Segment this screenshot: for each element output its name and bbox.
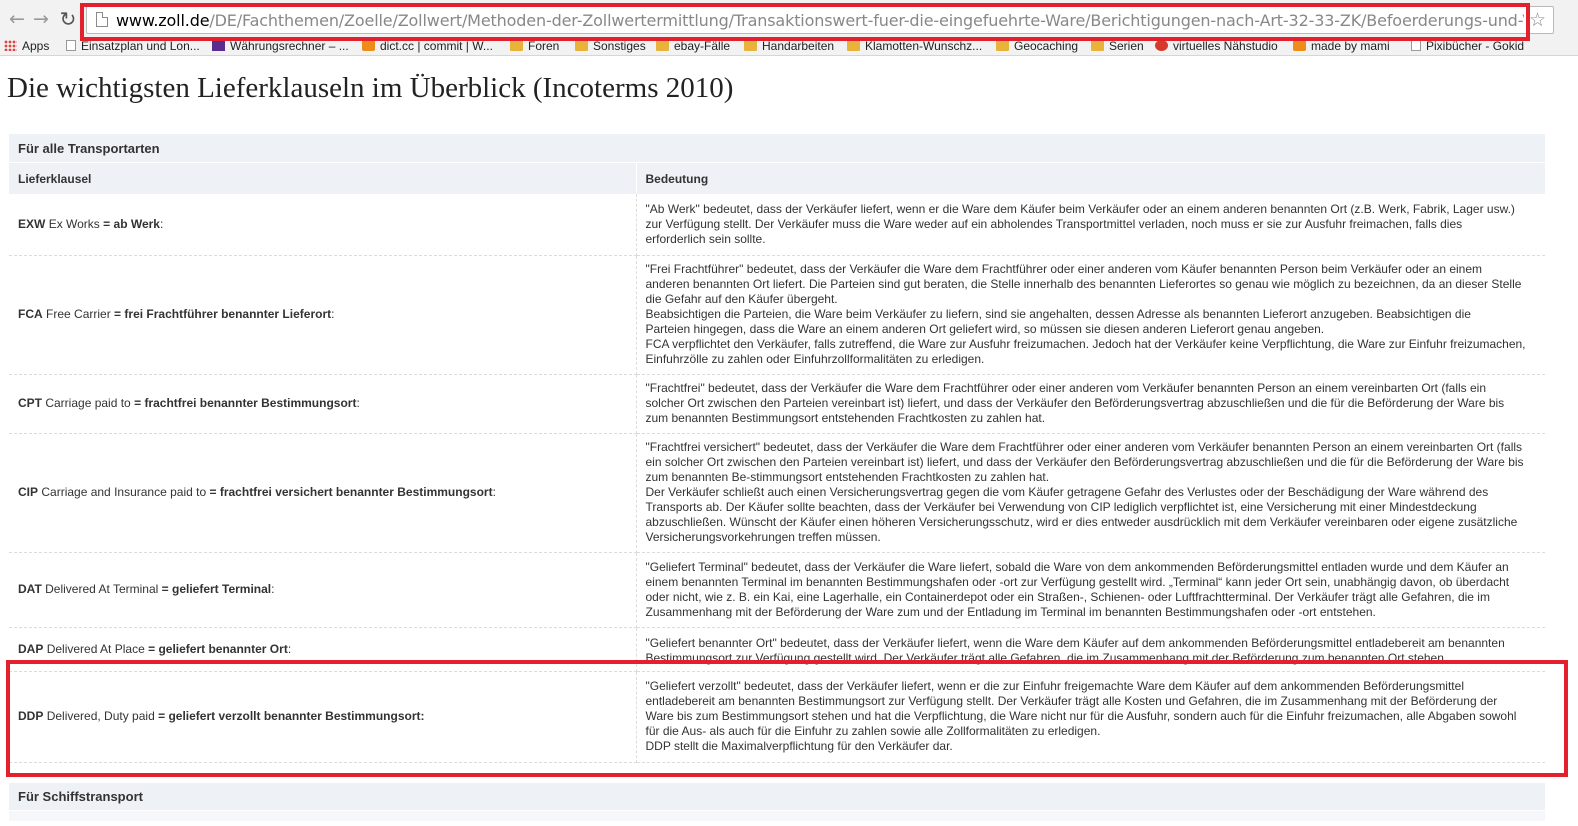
- bookmark-label: Apps: [22, 39, 50, 53]
- clause-german: ab Werk: [113, 216, 160, 231]
- clause-eq: =: [161, 582, 169, 596]
- bookmark-label: made by mami: [1311, 39, 1390, 53]
- bookmark-label: Sonstiges: [593, 39, 646, 53]
- folder-icon: [656, 40, 669, 51]
- clause-code: CIP: [18, 485, 39, 499]
- dict-icon: [362, 40, 375, 51]
- t-logo-icon: [212, 40, 225, 51]
- bookmark-label: ebay-Fälle: [674, 39, 731, 53]
- meaning-cell: "Ab Werk" bedeutet, dass der Verkäufer l…: [636, 194, 1545, 256]
- bookmark-label: Serien: [1109, 39, 1144, 53]
- table-row-exw: EXW Ex Works = ab Werk: "Ab Werk" bedeut…: [9, 194, 1545, 256]
- site-icon: [1155, 40, 1168, 51]
- clause-colon: :: [159, 216, 164, 231]
- folder-icon: [1091, 40, 1104, 51]
- folder-icon: [744, 40, 757, 51]
- bookmark-label: virtuelles Nähstudio: [1173, 39, 1278, 53]
- page-icon: [66, 40, 76, 51]
- column-header-clause: Lieferklausel: [9, 163, 637, 194]
- blogger-icon: [1293, 40, 1306, 51]
- meaning-text: "Frachtfrei versichert" bedeutet, dass d…: [645, 440, 1524, 544]
- meaning-text: "Geliefert Terminal" bedeutet, dass der …: [645, 559, 1510, 619]
- clause-english: Ex Works: [48, 216, 100, 231]
- clause-german: frachtfrei versichert benannter Bestimmu…: [219, 485, 493, 499]
- folder-icon: [510, 40, 523, 51]
- clause-german: frei Frachtführer benannter Lieferort: [124, 307, 332, 321]
- bookmark-star-icon[interactable]: ☆: [1529, 9, 1546, 31]
- section-header-all-transport: Für alle Transportarten: [9, 134, 1545, 163]
- table-band: [9, 811, 1545, 821]
- ship-section: Für Schiffstransport: [9, 783, 1545, 821]
- section-header-ship-transport: Für Schiffstransport: [9, 783, 1545, 811]
- clause-eq: =: [148, 641, 156, 656]
- bookmark-label: Einsatzplan und Lon...: [81, 39, 200, 53]
- bookmark-label: Foren: [528, 39, 560, 53]
- folder-icon: [996, 40, 1009, 51]
- clause-english: Free Carrier: [46, 307, 111, 321]
- clause-colon: :: [287, 641, 292, 656]
- table-row-dat: DAT Delivered At Terminal = geliefert Te…: [9, 552, 1545, 628]
- back-arrow-icon[interactable]: ←: [6, 8, 28, 30]
- meaning-cell: "Frachtfrei versichert" bedeutet, dass d…: [636, 433, 1545, 553]
- meaning-text: "Frei Frachtführer" bedeutet, dass der V…: [645, 262, 1526, 366]
- clause-eq: =: [103, 216, 111, 231]
- clause-cell: DAT Delivered At Terminal = geliefert Te…: [9, 552, 637, 628]
- table-row-fca: FCA Free Carrier = frei Frachtführer ben…: [9, 255, 1545, 375]
- clause-english: Carriage and Insurance paid to: [41, 485, 207, 499]
- bookmark-label: Währungsrechner – ...: [230, 39, 349, 53]
- bookmark-apps[interactable]: Apps: [4, 38, 50, 55]
- bookmark-label: Klamotten-Wunschz...: [865, 39, 983, 53]
- meaning-cell: "Frei Frachtführer" bedeutet, dass der V…: [636, 255, 1545, 375]
- clause-cell: FCA Free Carrier = frei Frachtführer ben…: [9, 255, 637, 375]
- clause-eq: =: [134, 396, 142, 410]
- clause-english: Delivered At Terminal: [45, 582, 159, 596]
- table-row-cip: CIP Carriage and Insurance paid to = fra…: [9, 433, 1545, 553]
- clause-colon: :: [331, 307, 335, 321]
- page-title: Die wichtigsten Lieferklauseln im Überbl…: [7, 72, 734, 104]
- clause-german: geliefert Terminal: [172, 582, 272, 596]
- clause-cell: CPT Carriage paid to = frachtfrei benann…: [9, 374, 637, 434]
- bookmark-label: Pixibücher - Gokid: [1426, 39, 1525, 53]
- clause-german: frachtfrei benannter Bestimmungsort: [144, 396, 357, 410]
- clause-cell: EXW Ex Works = ab Werk:: [9, 194, 637, 256]
- folder-icon: [575, 40, 588, 51]
- clause-colon: :: [271, 582, 275, 596]
- ddp-highlight-box: [6, 660, 1568, 777]
- meaning-cell: "Frachtfrei" bedeutet, dass der Verkäufe…: [636, 374, 1545, 434]
- clause-code: DAT: [18, 582, 42, 596]
- apps-grid-icon: [4, 40, 17, 51]
- bookmark-label: Handarbeiten: [762, 39, 835, 53]
- forward-arrow-icon[interactable]: →: [30, 8, 52, 30]
- clause-eq: =: [209, 485, 217, 499]
- reload-icon[interactable]: ↻: [57, 8, 79, 30]
- page-icon: [1411, 40, 1421, 51]
- clause-cell: CIP Carriage and Insurance paid to = fra…: [9, 433, 637, 553]
- meaning-text: "Ab Werk" bedeutet, dass der Verkäufer l…: [645, 201, 1515, 246]
- clause-colon: :: [356, 396, 360, 410]
- clause-colon: :: [492, 485, 496, 499]
- clause-code: EXW: [18, 216, 46, 231]
- clause-german: geliefert benannter Ort: [158, 641, 288, 656]
- clause-eq: =: [114, 307, 122, 321]
- clause-code: DAP: [18, 641, 44, 656]
- column-header-meaning: Bedeutung: [636, 163, 1545, 194]
- clause-code: CPT: [18, 396, 42, 410]
- clause-english: Carriage paid to: [45, 396, 131, 410]
- table-row-cpt: CPT Carriage paid to = frachtfrei benann…: [9, 374, 1545, 434]
- meaning-text: "Frachtfrei" bedeutet, dass der Verkäufe…: [645, 381, 1505, 425]
- meaning-cell: "Geliefert Terminal" bedeutet, dass der …: [636, 552, 1545, 628]
- clause-code: FCA: [18, 307, 43, 321]
- clause-english: Delivered At Place: [46, 641, 145, 656]
- folder-icon: [847, 40, 860, 51]
- url-highlight-box: [80, 3, 1530, 41]
- bookmark-label: Geocaching: [1014, 39, 1079, 53]
- bookmark-label: dict.cc | commit | W...: [380, 39, 493, 53]
